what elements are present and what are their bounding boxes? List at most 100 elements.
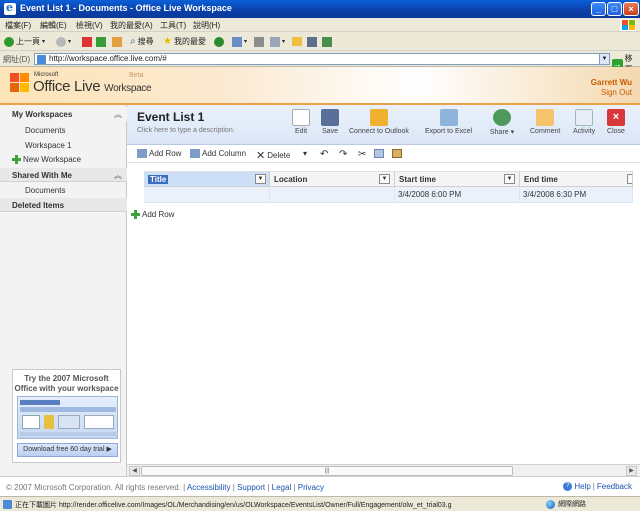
list-title[interactable]: Event List 1 (137, 110, 204, 124)
messenger-button[interactable] (322, 35, 332, 48)
status-bar: 正在下載圖片 http://render.officelive.com/Imag… (0, 496, 640, 511)
stop-button[interactable] (82, 35, 92, 48)
scroll-left-icon[interactable]: ◀ (129, 466, 140, 476)
paste-button[interactable] (392, 149, 402, 158)
menu-file[interactable]: 檔案(F) (5, 20, 31, 31)
folder-button[interactable] (292, 35, 302, 48)
close-list-button[interactable]: × Close (607, 109, 625, 135)
column-header-start-time[interactable]: Start time ▼ (395, 171, 520, 187)
scroll-thumb[interactable]: ||| (141, 466, 513, 476)
export-excel-button[interactable]: Export to Excel (425, 109, 472, 135)
column-header-location[interactable]: Location ▼ (270, 171, 395, 187)
column-header-title[interactable]: Title ▼ (144, 171, 270, 187)
history-icon (232, 36, 242, 47)
list-header: Event List 1 Click here to type a descri… (127, 105, 640, 145)
menu-bar: 檔案(F) 編輯(E) 檢視(V) 我的最愛(A) 工具(T) 說明(H) (0, 18, 640, 32)
edit-button[interactable]: Edit (292, 109, 310, 135)
column-menu-button[interactable] (627, 174, 632, 184)
menu-help[interactable]: 說明(H) (193, 20, 220, 31)
paste-icon (392, 149, 402, 158)
menu-edit[interactable]: 編輯(E) (40, 20, 67, 31)
deleted-items-header[interactable]: Deleted Items (0, 198, 127, 212)
research-button[interactable] (307, 35, 317, 48)
sign-out-link[interactable]: Sign Out (601, 88, 632, 97)
chevron-down-icon[interactable]: ▼ (599, 54, 609, 64)
sidebar-item-shared-documents[interactable]: Documents (25, 186, 65, 195)
star-icon: ★ (163, 36, 172, 47)
brand-name[interactable]: Office Live Workspace (33, 78, 152, 95)
column-menu-button[interactable]: ▼ (255, 174, 266, 184)
search-button[interactable]: ⌕ 搜尋 (130, 35, 154, 48)
excel-icon (439, 109, 458, 126)
new-workspace-button[interactable]: New Workspace (12, 155, 81, 164)
add-row-link[interactable]: Add Row (131, 210, 174, 219)
menu-tools[interactable]: 工具(T) (160, 20, 186, 31)
cell-location[interactable] (270, 187, 395, 203)
copy-button[interactable] (374, 149, 384, 158)
minimize-button[interactable]: _ (591, 2, 606, 16)
cut-button[interactable]: ✂ (358, 149, 366, 160)
maximize-button[interactable]: □ (607, 2, 622, 16)
my-workspaces-header[interactable]: My Workspaces ︽ (0, 107, 127, 121)
mail-button[interactable] (254, 35, 264, 48)
help-link[interactable]: Help (574, 482, 590, 491)
delete-button[interactable]: ✕ Delete (256, 149, 290, 162)
collapse-icon[interactable]: ︽ (114, 109, 122, 120)
copy-icon (374, 149, 384, 158)
close-window-button[interactable]: × (623, 2, 639, 16)
favorites-button[interactable]: ★ 我的最愛 (163, 35, 206, 48)
legal-link[interactable]: Legal (272, 483, 292, 492)
cell-end-time[interactable]: 3/4/2008 6:30 PM (520, 187, 633, 203)
promo-title: Try the 2007 Microsoft Office with your … (14, 374, 119, 393)
print-button[interactable]: ▾ (270, 35, 285, 48)
copyright-text: © 2007 Microsoft Corporation. All rights… (6, 483, 181, 492)
download-trial-button[interactable]: Download free 60 day trial ▶ (17, 443, 118, 457)
accessibility-link[interactable]: Accessibility (187, 483, 231, 492)
chevron-down-icon: ▾ (303, 149, 308, 158)
cell-title[interactable] (144, 187, 270, 203)
redo-button[interactable]: ↷ (339, 149, 347, 160)
home-button[interactable] (112, 35, 122, 48)
history-button[interactable]: ▾ (232, 35, 247, 48)
cell-start-time[interactable]: 3/4/2008 6:00 PM (395, 187, 520, 203)
horizontal-scrollbar[interactable]: ◀ ||| ▶ (127, 464, 640, 476)
column-header-end-time[interactable]: End time (520, 171, 633, 187)
collapse-icon[interactable]: ︽ (114, 170, 122, 181)
support-link[interactable]: Support (237, 483, 265, 492)
address-input[interactable]: http://workspace.office.live.com/# ▼ (34, 53, 610, 65)
share-button[interactable]: Share ▾ (490, 109, 514, 136)
column-menu-button[interactable]: ▼ (504, 174, 515, 184)
internet-globe-icon (546, 499, 555, 509)
list-description[interactable]: Click here to type a description. (137, 127, 235, 134)
refresh-icon (96, 36, 106, 47)
privacy-link[interactable]: Privacy (298, 483, 324, 492)
user-name: Garrett Wu (590, 78, 632, 87)
office-trial-promo[interactable]: Try the 2007 Microsoft Office with your … (12, 369, 121, 463)
sidebar-item-documents[interactable]: Documents (25, 126, 65, 135)
undo-button[interactable]: ↶ (320, 149, 328, 160)
add-row-button[interactable]: Add Row (137, 149, 181, 158)
forward-button[interactable]: ▾ (56, 35, 71, 48)
save-button[interactable]: Save (321, 109, 339, 135)
help-icon: ? (563, 482, 573, 491)
shared-with-me-header[interactable]: Shared With Me ︽ (0, 168, 127, 182)
add-column-button[interactable]: Add Column (190, 149, 246, 158)
activity-button[interactable]: Activity (573, 109, 595, 135)
back-button[interactable]: 上一頁 ▾ (4, 35, 45, 48)
scroll-right-icon[interactable]: ▶ (626, 466, 637, 476)
beta-badge: Beta (129, 72, 144, 79)
comment-button[interactable]: Comment (530, 109, 560, 135)
delete-dropdown[interactable]: ▾ (303, 149, 307, 158)
column-menu-button[interactable]: ▼ (379, 174, 390, 184)
menu-view[interactable]: 檢視(V) (76, 20, 103, 31)
windows-logo-icon (620, 19, 636, 31)
media-button[interactable] (214, 35, 224, 48)
menu-favorites[interactable]: 我的最愛(A) (110, 20, 153, 31)
edit-icon (292, 109, 310, 126)
content-area: My Workspaces ︽ Documents Workspace 1 Ne… (0, 105, 640, 476)
connect-outlook-button[interactable]: Connect to Outlook (349, 109, 409, 135)
refresh-button[interactable] (96, 35, 106, 48)
feedback-link[interactable]: Feedback (597, 482, 632, 491)
undo-icon: ↶ (320, 149, 329, 160)
sidebar-item-workspace-1[interactable]: Workspace 1 (25, 141, 72, 150)
